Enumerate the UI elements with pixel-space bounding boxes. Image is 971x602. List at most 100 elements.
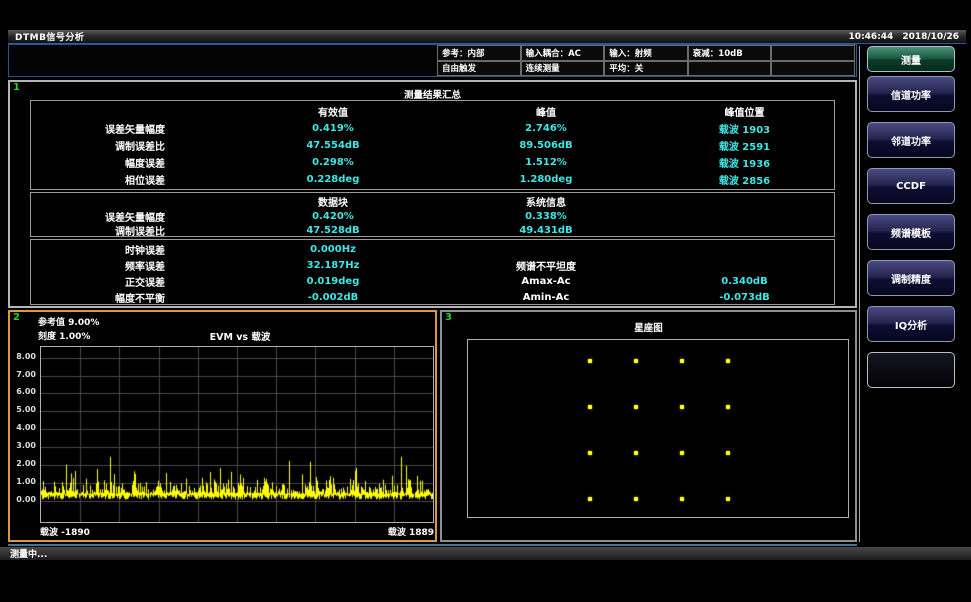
param-cell: 衰减：10dB — [688, 45, 772, 61]
y-tick-label: 8.00 — [10, 352, 36, 361]
constellation-point — [680, 451, 684, 455]
block-row: 调制误差比47.528dB49.431dB — [31, 223, 834, 237]
constellation-point — [588, 497, 592, 501]
y-tick-label: 0.00 — [10, 495, 36, 504]
error-row: 幅度不平衡-0.002dBAmin-Ac-0.073dB — [31, 289, 834, 305]
sidebar-button-modulation-accuracy[interactable]: 调制精度 — [867, 260, 955, 296]
y-tick-label: 1.00 — [10, 477, 36, 486]
row-label: 频率误差 — [31, 258, 231, 273]
peak-position-value: 载波 2591 — [657, 138, 832, 153]
peak-value: 1.280deg — [435, 174, 657, 185]
sidebar-button-channel-power[interactable]: 信道功率 — [867, 76, 955, 112]
rms-value: 0.298% — [231, 157, 435, 168]
col-header: 峰值 — [435, 104, 657, 119]
param-cell: 输入耦合：AC — [521, 45, 605, 61]
constellation-point — [634, 405, 638, 409]
error-value: -0.002dB — [231, 292, 435, 303]
param-cell — [688, 61, 772, 77]
evm-plot-area — [40, 346, 434, 523]
constellation-point — [634, 497, 638, 501]
rms-value: 0.419% — [231, 123, 435, 134]
peak-position-value: 载波 1903 — [657, 121, 832, 136]
peak-value: 89.506dB — [435, 140, 657, 151]
constellation-point — [680, 497, 684, 501]
constellation-point — [680, 359, 684, 363]
status-bar: 测量中... — [0, 547, 971, 560]
summary-row: 幅度误差0.298%1.512%载波 1936 — [31, 154, 834, 171]
datablock-table: 数据块系统信息误差矢量幅度0.420%0.338%调制误差比47.528dB49… — [30, 192, 835, 237]
summary-header-row: 有效值峰值峰值位置 — [31, 102, 834, 120]
peak-position-value: 载波 2856 — [657, 172, 832, 187]
error-row: 频率误差32.187Hz频谱不平坦度 — [31, 257, 834, 273]
sidebar-button-iq-analysis[interactable]: IQ分析 — [867, 306, 955, 342]
param-cell: 输入：射频 — [604, 45, 688, 61]
softkey-sidebar: 测量信道功率邻道功率 CCDF 频谱模板调制精度 IQ分析 — [867, 0, 955, 602]
panel-evm-chart[interactable]: 2 参考值 9.00% 刻度 1.00% EVM vs 载波 8.007.006… — [8, 310, 437, 542]
block-header-row: 数据块系统信息 — [31, 194, 834, 209]
error-value: 0.000Hz — [231, 244, 435, 255]
title-bar: DTMB信号分析 10:46:44 2018/10/26 — [8, 30, 966, 43]
parameter-cells: 参考：内部输入耦合：AC输入：射频衰减：10dB自由触发连续测量平均：关 — [437, 45, 855, 76]
col-header: 数据块 — [231, 194, 435, 209]
sidebar-button-adjacent-channel-power[interactable]: 邻道功率 — [867, 122, 955, 158]
panel-measurement-summary[interactable]: 1 测量结果汇总 有效值峰值峰值位置误差矢量幅度0.419%2.746%载波 1… — [8, 80, 857, 308]
y-tick-label: 4.00 — [10, 423, 36, 432]
block-row: 误差矢量幅度0.420%0.338% — [31, 209, 834, 223]
constellation-point — [726, 451, 730, 455]
x-end-label: 载波 1889 — [388, 525, 434, 538]
error-value: 0.019deg — [231, 276, 435, 287]
param-cell: 连续测量 — [521, 61, 605, 77]
rms-value: 47.554dB — [231, 140, 435, 151]
reference-value-label: 参考值 9.00% — [38, 315, 99, 328]
errors-table: 时钟误差0.000Hz频率误差32.187Hz频谱不平坦度正交误差0.019de… — [30, 239, 835, 305]
constellation-point — [588, 451, 592, 455]
constellation-point — [588, 359, 592, 363]
systeminfo-value: 0.338% — [435, 211, 657, 222]
panel-constellation[interactable]: 3 星座图 — [440, 310, 857, 542]
summary-row: 调制误差比47.554dB89.506dB载波 2591 — [31, 137, 834, 154]
row-label: 相位误差 — [31, 172, 231, 187]
flatness-value: 0.340dB — [657, 276, 832, 287]
row-label: 幅度不平衡 — [31, 290, 231, 305]
rms-value: 0.228deg — [231, 174, 435, 185]
sidebar-divider — [859, 46, 860, 542]
constellation-point — [634, 451, 638, 455]
datablock-value: 0.420% — [231, 211, 435, 222]
peak-value: 1.512% — [435, 157, 657, 168]
systeminfo-value: 49.431dB — [435, 225, 657, 236]
flatness-value: -0.073dB — [657, 292, 832, 303]
bottom-frame-line — [8, 544, 857, 546]
y-tick-label: 7.00 — [10, 370, 36, 379]
x-start-label: 载波 -1890 — [40, 525, 90, 538]
peak-position-value: 载波 1936 — [657, 155, 832, 170]
datablock-value: 47.528dB — [231, 225, 435, 236]
summary-title: 测量结果汇总 — [10, 87, 855, 101]
evm-chart-title: EVM vs 载波 — [130, 329, 350, 343]
flatness-label: Amin-Ac — [435, 292, 657, 303]
row-label: 时钟误差 — [31, 242, 231, 257]
flatness-label: Amax-Ac — [435, 276, 657, 287]
error-value: 32.187Hz — [231, 260, 435, 271]
summary-row: 误差矢量幅度0.419%2.746%载波 1903 — [31, 120, 834, 137]
sidebar-button-blank[interactable] — [867, 352, 955, 388]
row-label: 调制误差比 — [31, 138, 231, 153]
col-header: 系统信息 — [435, 194, 657, 209]
sidebar-button-measure[interactable]: 测量 — [867, 46, 955, 72]
instrument-screen: DTMB信号分析 10:46:44 2018/10/26 参考：内部输入耦合：A… — [0, 0, 971, 602]
panel-index: 2 — [13, 312, 20, 323]
y-tick-label: 5.00 — [10, 405, 36, 414]
sidebar-button-ccdf[interactable]: CCDF — [867, 168, 955, 204]
flatness-label: 频谱不平坦度 — [435, 258, 657, 273]
constellation-point — [726, 359, 730, 363]
param-cell — [771, 45, 855, 61]
row-label: 正交误差 — [31, 274, 231, 289]
sidebar-button-spectrum-mask[interactable]: 频谱模板 — [867, 214, 955, 250]
row-label: 幅度误差 — [31, 155, 231, 170]
col-header: 有效值 — [231, 104, 435, 119]
constellation-point — [726, 405, 730, 409]
constellation-title: 星座图 — [442, 320, 855, 334]
parameter-bar: 参考：内部输入耦合：AC输入：射频衰减：10dB自由触发连续测量平均：关 — [8, 44, 857, 77]
row-label: 误差矢量幅度 — [31, 121, 231, 136]
evm-trace-canvas — [41, 347, 433, 522]
param-cell: 参考：内部 — [437, 45, 521, 61]
